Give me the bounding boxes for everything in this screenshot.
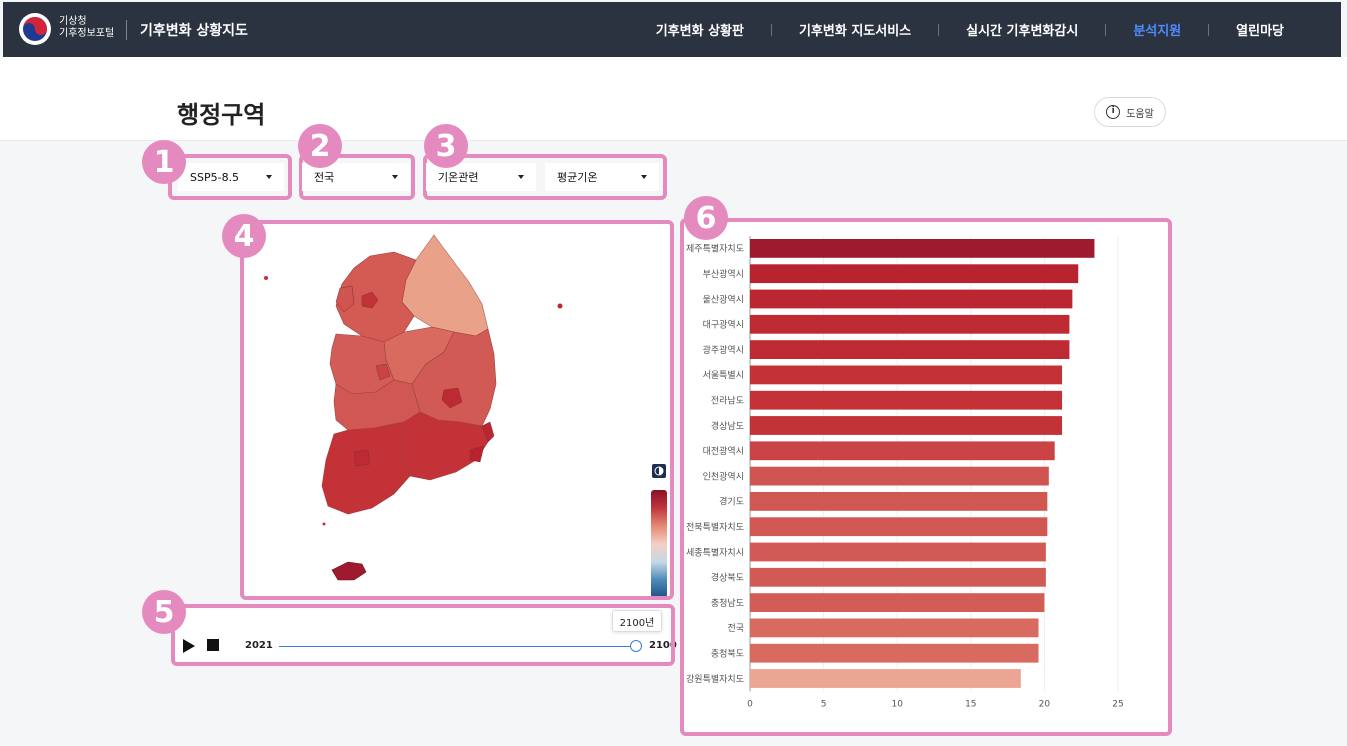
info-icon: i — [1106, 105, 1121, 119]
annotation-badge-6: 6 — [684, 196, 728, 240]
menu-item-climate-dashboard[interactable]: 기후변화 상황판 — [629, 20, 771, 39]
annotation-badge-2: 2 — [298, 124, 342, 168]
variable-value: 평균기온 — [557, 171, 598, 184]
logo-line-1: 기상청 — [59, 16, 87, 27]
annotation-box-6 — [680, 218, 1172, 736]
help-button[interactable]: i 도움말 — [1094, 97, 1166, 127]
main-menu: 기후변화 상황판 기후변화 지도서비스 실시간 기후변화감시 분석지원 열린마당 — [629, 2, 1341, 57]
annotation-box-5 — [171, 604, 675, 666]
category-value: 기온관련 — [438, 171, 479, 184]
annotation-badge-4: 4 — [222, 214, 266, 258]
site-title[interactable]: 기후변화 상황지도 — [140, 20, 248, 40]
region-value: 전국 — [314, 171, 335, 184]
top-navigation-bar: 기상청 기후정보포털 기후변화 상황지도 기후변화 상황판 기후변화 지도서비스… — [3, 2, 1341, 57]
annotation-badge-5: 5 — [142, 590, 186, 634]
caret-down-icon — [518, 175, 524, 179]
logo-divider — [126, 20, 127, 40]
annotation-box-4 — [240, 220, 674, 600]
scenario-select[interactable]: SSP5-8.5 — [178, 163, 284, 191]
scenario-value: SSP5-8.5 — [190, 170, 240, 184]
taegeuk-logo-icon — [23, 17, 47, 41]
caret-down-icon — [641, 175, 647, 179]
help-label: 도움말 — [1126, 108, 1154, 120]
caret-down-icon — [266, 175, 272, 179]
menu-item-open-forum[interactable]: 열린마당 — [1209, 20, 1341, 39]
menu-item-map-service[interactable]: 기후변화 지도서비스 — [772, 20, 938, 39]
annotation-badge-1: 1 — [142, 140, 186, 184]
logo-line-2: 기후정보포털 — [59, 28, 115, 39]
caret-down-icon — [392, 175, 398, 179]
menu-item-analysis-support[interactable]: 분석지원 — [1106, 20, 1208, 39]
kma-logo[interactable] — [19, 13, 51, 45]
logo-text: 기상청 기후정보포털 — [59, 16, 114, 40]
variable-select[interactable]: 평균기온 — [545, 163, 659, 191]
annotation-badge-3: 3 — [424, 124, 468, 168]
page-header: 행정구역 i 도움말 — [0, 57, 1347, 141]
menu-item-realtime-monitoring[interactable]: 실시간 기후변화감시 — [939, 20, 1105, 39]
page-title: 행정구역 — [177, 101, 266, 129]
